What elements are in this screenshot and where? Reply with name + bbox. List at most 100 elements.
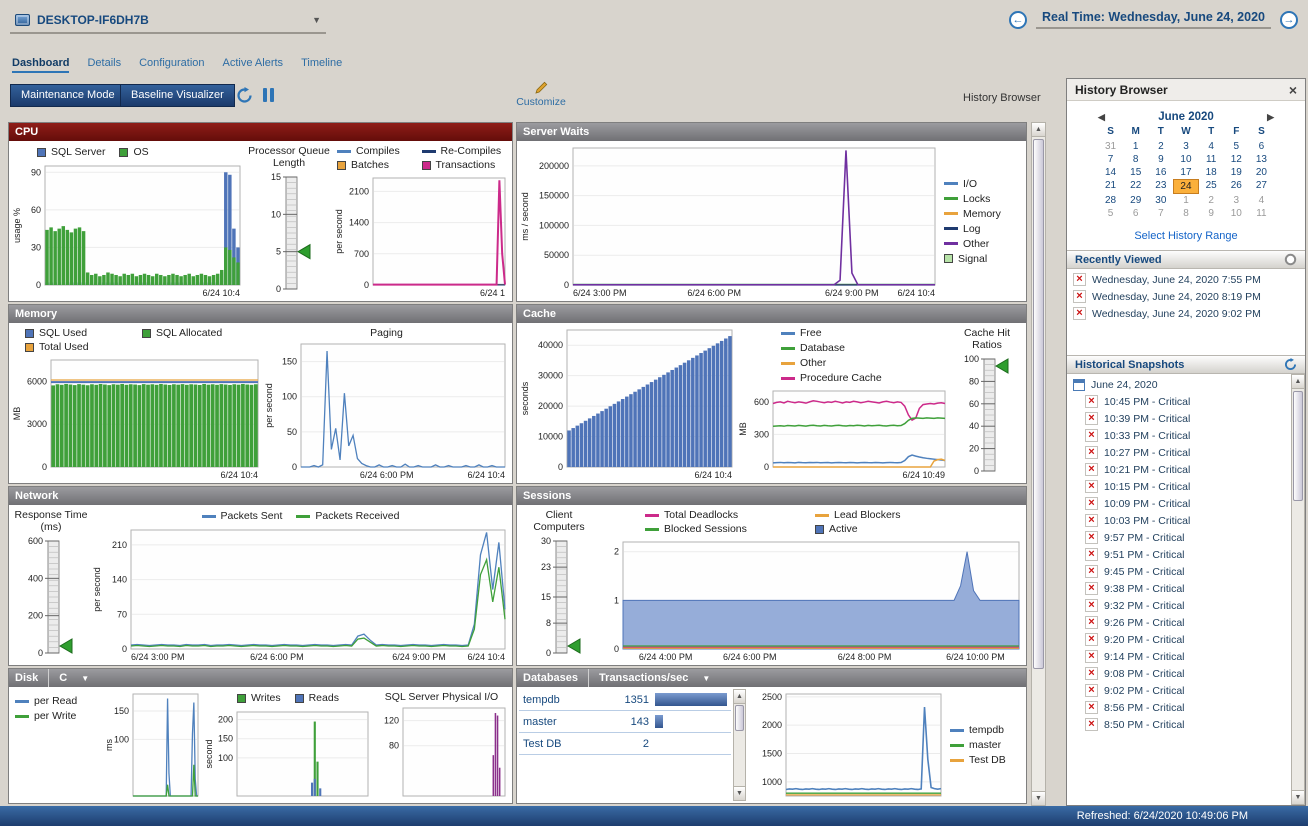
calendar-day[interactable]: 14 — [1098, 166, 1123, 179]
delete-icon[interactable]: × — [1085, 684, 1098, 697]
calendar-day[interactable]: 6 — [1123, 207, 1148, 220]
databases-metric-dropdown[interactable]: Transactions/sec ▼ — [588, 669, 710, 687]
calendar-day[interactable]: 29 — [1123, 194, 1148, 207]
delete-icon[interactable]: × — [1085, 582, 1098, 595]
recent-item[interactable]: × Wednesday, June 24, 2020 9:02 PM — [1067, 305, 1305, 322]
delete-icon[interactable]: × — [1085, 650, 1098, 663]
snapshot-item[interactable]: × 9:32 PM - Critical — [1085, 597, 1289, 614]
main-scrollbar[interactable]: ▲ ▼ — [1031, 122, 1046, 806]
calendar-day[interactable]: 28 — [1098, 194, 1123, 207]
calendar-day[interactable]: 10 — [1173, 153, 1198, 166]
calendar-day[interactable]: 6 — [1249, 140, 1274, 153]
tab-dashboard[interactable]: Dashboard — [12, 57, 70, 73]
delete-icon[interactable]: × — [1085, 599, 1098, 612]
customize-button[interactable]: Customize — [505, 80, 577, 108]
calendar-day[interactable]: 25 — [1199, 179, 1224, 194]
calendar-day[interactable]: 4 — [1199, 140, 1224, 153]
refresh-icon[interactable] — [236, 87, 253, 104]
calendar-day[interactable]: 27 — [1249, 179, 1274, 194]
snapshot-item[interactable]: × 10:33 PM - Critical — [1085, 427, 1289, 444]
calendar-day[interactable]: 3 — [1173, 140, 1198, 153]
delete-icon[interactable]: × — [1085, 548, 1098, 561]
recent-item[interactable]: × Wednesday, June 24, 2020 7:55 PM — [1067, 271, 1305, 288]
delete-icon[interactable]: × — [1085, 531, 1098, 544]
calendar-day[interactable]: 17 — [1173, 166, 1198, 179]
scroll-down-button[interactable]: ▼ — [1032, 791, 1045, 805]
snapshot-item[interactable]: × 9:14 PM - Critical — [1085, 648, 1289, 665]
delete-icon[interactable]: × — [1085, 701, 1098, 714]
recently-viewed-icon[interactable] — [1284, 253, 1297, 266]
calendar-day[interactable]: 2 — [1148, 140, 1173, 153]
scroll-up-button[interactable]: ▲ — [1292, 375, 1304, 389]
snapshot-item[interactable]: × 9:08 PM - Critical — [1085, 665, 1289, 682]
calendar-day[interactable]: 1 — [1173, 194, 1198, 207]
calendar-day[interactable]: 9 — [1199, 207, 1224, 220]
calendar-day[interactable]: 11 — [1199, 153, 1224, 166]
delete-icon[interactable]: × — [1073, 273, 1086, 286]
delete-icon[interactable]: × — [1085, 463, 1098, 476]
calendar-day[interactable]: 8 — [1123, 153, 1148, 166]
delete-icon[interactable]: × — [1085, 514, 1098, 527]
delete-icon[interactable]: × — [1085, 429, 1098, 442]
tab-active-alerts[interactable]: Active Alerts — [223, 57, 284, 73]
delete-icon[interactable]: × — [1073, 290, 1086, 303]
calendar-day[interactable]: 2 — [1199, 194, 1224, 207]
delete-icon[interactable]: × — [1085, 667, 1098, 680]
disk-drive-dropdown[interactable]: C ▼ — [48, 669, 89, 687]
delete-icon[interactable]: × — [1085, 446, 1098, 459]
tab-timeline[interactable]: Timeline — [301, 57, 342, 73]
delete-icon[interactable]: × — [1073, 307, 1086, 320]
scroll-down-button[interactable]: ▼ — [734, 786, 745, 800]
calendar-day[interactable]: 23 — [1148, 179, 1173, 194]
snapshot-item[interactable]: × 9:57 PM - Critical — [1085, 529, 1289, 546]
calendar-day[interactable]: 1 — [1123, 140, 1148, 153]
calendar-day[interactable]: 19 — [1224, 166, 1249, 179]
snapshot-item[interactable]: × 9:02 PM - Critical — [1085, 682, 1289, 699]
server-selector[interactable]: DESKTOP-IF6DH7B ▼ — [10, 8, 326, 34]
delete-icon[interactable]: × — [1085, 633, 1098, 646]
scroll-up-button[interactable]: ▲ — [1032, 123, 1045, 137]
select-history-range-link[interactable]: Select History Range — [1067, 222, 1305, 250]
snapshot-item[interactable]: × 8:50 PM - Critical — [1085, 716, 1289, 733]
scroll-down-button[interactable]: ▼ — [1292, 790, 1304, 804]
calendar-day[interactable]: 16 — [1148, 166, 1173, 179]
snapshots-scrollbar[interactable]: ▲ ▼ — [1291, 374, 1305, 805]
snapshot-item[interactable]: × 10:21 PM - Critical — [1085, 461, 1289, 478]
delete-icon[interactable]: × — [1085, 480, 1098, 493]
calendar-day[interactable]: 15 — [1123, 166, 1148, 179]
calendar-day[interactable]: 5 — [1224, 140, 1249, 153]
calendar-day[interactable]: 13 — [1249, 153, 1274, 166]
tab-configuration[interactable]: Configuration — [139, 57, 204, 73]
calendar-day[interactable]: 20 — [1249, 166, 1274, 179]
delete-icon[interactable]: × — [1085, 565, 1098, 578]
calendar-day[interactable]: 8 — [1173, 207, 1198, 220]
calendar-prev-button[interactable]: ◀ — [1098, 112, 1105, 123]
delete-icon[interactable]: × — [1085, 395, 1098, 408]
scroll-thumb[interactable] — [1033, 139, 1044, 669]
pause-icon[interactable] — [263, 87, 274, 102]
calendar-day[interactable]: 7 — [1148, 207, 1173, 220]
snapshot-item[interactable]: × 10:39 PM - Critical — [1085, 410, 1289, 427]
scroll-up-button[interactable]: ▲ — [734, 690, 745, 704]
database-row[interactable]: Test DB 2 — [519, 733, 731, 755]
snapshot-item[interactable]: × 10:45 PM - Critical — [1085, 393, 1289, 410]
baseline-visualizer-button[interactable]: Baseline Visualizer — [120, 84, 235, 107]
calendar-day[interactable]: 24 — [1173, 179, 1199, 194]
history-forward-button[interactable]: → — [1280, 10, 1298, 29]
snapshot-item[interactable]: × 10:03 PM - Critical — [1085, 512, 1289, 529]
snapshot-item[interactable]: × 10:15 PM - Critical — [1085, 478, 1289, 495]
delete-icon[interactable]: × — [1085, 497, 1098, 510]
calendar-day[interactable]: 4 — [1249, 194, 1274, 207]
tab-details[interactable]: Details — [87, 57, 121, 73]
snapshot-item[interactable]: × 9:26 PM - Critical — [1085, 614, 1289, 631]
snapshot-item[interactable]: × 8:56 PM - Critical — [1085, 699, 1289, 716]
scroll-thumb[interactable] — [735, 705, 744, 731]
delete-icon[interactable]: × — [1085, 718, 1098, 731]
delete-icon[interactable]: × — [1085, 616, 1098, 629]
refresh-snapshots-icon[interactable] — [1284, 358, 1297, 371]
close-icon[interactable]: × — [1289, 83, 1297, 97]
calendar-day[interactable]: 3 — [1224, 194, 1249, 207]
snapshot-item[interactable]: × 9:45 PM - Critical — [1085, 563, 1289, 580]
calendar-day[interactable]: 10 — [1224, 207, 1249, 220]
calendar-day[interactable]: 31 — [1098, 140, 1123, 153]
